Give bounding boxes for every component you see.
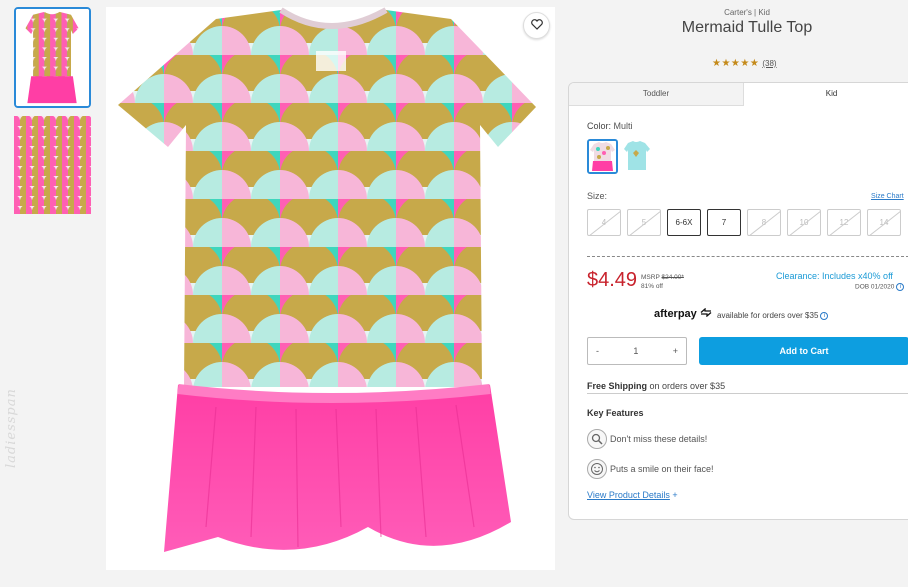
size-option-8: 8 — [747, 209, 781, 236]
size-option-6-6x[interactable]: 6-6X — [667, 209, 701, 236]
view-details-text[interactable]: View Product Details — [587, 490, 670, 500]
afterpay-wordmark: afterpay — [654, 308, 697, 320]
color-swatch-multi[interactable] — [587, 139, 618, 174]
afterpay-note-text: available for orders over $35 — [717, 311, 819, 320]
size-option-4: 4 — [587, 209, 621, 236]
info-icon[interactable]: i — [896, 283, 905, 291]
msrp-block: MSRP $24.00* 81% off — [641, 273, 684, 291]
afterpay-note: available for orders over $35 i — [717, 311, 829, 320]
size-option-14: 14 — [867, 209, 901, 236]
product-rating[interactable]: ★★★★★ (38) — [712, 58, 777, 69]
review-count-link[interactable]: (38) — [762, 59, 776, 68]
quantity-stepper: - 1 + — [587, 337, 687, 365]
product-page: ladiesspan Carter's | Kid Mermaid Tulle … — [0, 0, 908, 587]
msrp-label: MSRP — [641, 274, 660, 281]
quantity-decrement[interactable]: - — [596, 346, 599, 356]
quantity-increment[interactable]: + — [673, 346, 678, 356]
size-option-5: 5 — [627, 209, 661, 236]
feature-item: Puts a smile on their face! — [587, 459, 714, 479]
divider — [587, 393, 908, 394]
tab-toddler[interactable]: Toddler — [569, 83, 745, 106]
size-option-7[interactable]: 7 — [707, 209, 741, 236]
size-option-label: 7 — [721, 218, 727, 227]
feature-text: Don't miss these details! — [610, 434, 708, 444]
sale-price: $4.49 — [587, 269, 638, 291]
clearance-text: Clearance: Includes x40% off — [776, 271, 893, 281]
purchase-panel: Toddler Kid Color: Multi Size: Size Char… — [568, 82, 908, 520]
divider — [587, 256, 908, 257]
size-chart-link[interactable]: Size Chart — [871, 193, 904, 200]
dob-value: DOB 01/2020 — [855, 283, 895, 291]
size-label: Size: — [587, 191, 608, 201]
tab-kid[interactable]: Kid — [744, 83, 908, 106]
rating-stars: ★★★★★ — [712, 58, 760, 69]
feature-item: Don't miss these details! — [587, 429, 707, 449]
quantity-value[interactable]: 1 — [633, 346, 638, 356]
msrp-value: $24.00* — [661, 274, 684, 281]
favorite-button[interactable] — [523, 12, 550, 39]
plus-icon[interactable]: + — [672, 490, 677, 500]
dob-text: DOB 01/2020 i — [855, 283, 905, 291]
magnifier-icon — [587, 429, 607, 449]
afterpay-arrows-icon — [700, 307, 712, 318]
key-features-title: Key Features — [587, 408, 644, 418]
color-value: Multi — [613, 121, 633, 131]
size-option-10: 10 — [787, 209, 821, 236]
size-range-tabs: Toddler Kid — [569, 83, 908, 106]
thumbnail-pattern[interactable] — [14, 116, 91, 214]
size-option-label: 6-6X — [675, 218, 693, 227]
afterpay-logo: afterpay — [654, 307, 712, 320]
color-label-text: Color: — [587, 121, 612, 131]
smile-icon — [587, 459, 607, 479]
discount-percent: 81% off — [641, 283, 663, 290]
free-shipping-label: Free Shipping — [587, 381, 648, 391]
feature-text: Puts a smile on their face! — [610, 464, 714, 474]
watermark-logo: ladiesspan — [4, 388, 19, 468]
shipping-condition: on orders over $35 — [649, 381, 726, 391]
thumbnail-front[interactable] — [14, 7, 91, 108]
color-label: Color: Multi — [587, 121, 633, 131]
product-main-image — [106, 7, 555, 570]
heart-icon — [530, 17, 543, 35]
color-swatch-aqua[interactable] — [621, 139, 652, 174]
size-option-12: 12 — [827, 209, 861, 236]
product-brand[interactable]: Carter's | Kid — [569, 8, 908, 17]
add-to-cart-button[interactable]: Add to Cart — [699, 337, 908, 365]
product-title: Mermaid Tulle Top — [681, 19, 813, 36]
view-product-details-link[interactable]: View Product Details + — [587, 490, 678, 500]
info-icon[interactable]: i — [820, 311, 829, 320]
shipping-info: Free Shipping on orders over $35 — [587, 381, 725, 391]
